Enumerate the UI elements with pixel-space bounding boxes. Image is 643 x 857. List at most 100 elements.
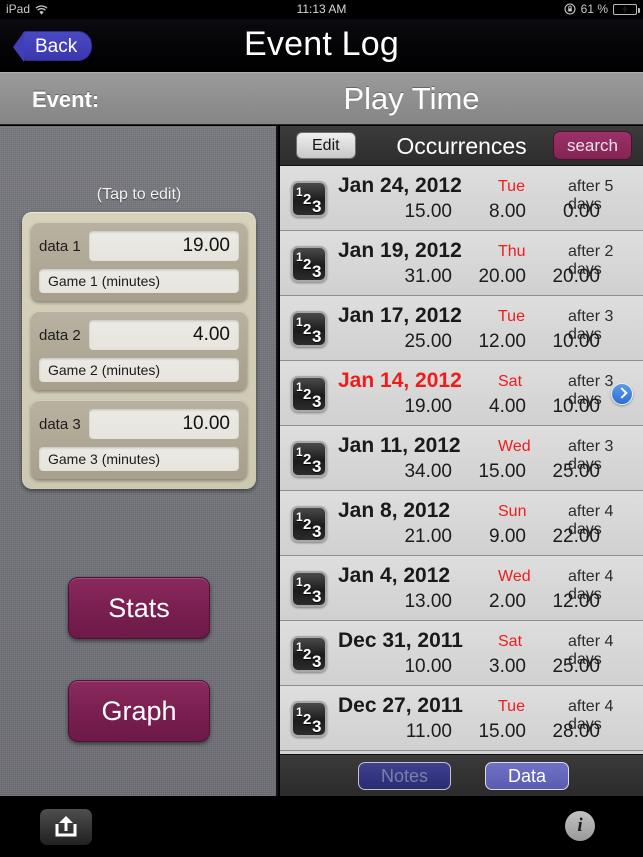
numbers-123-icon: 123 <box>291 701 327 737</box>
navigation-bar: Back Event Log <box>0 19 643 72</box>
row-day-of-week: Wed <box>498 568 531 585</box>
row-value-3: 0.00 <box>563 201 600 222</box>
row-value-2: 12.00 <box>478 331 526 352</box>
row-day-of-week: Tue <box>498 178 525 195</box>
table-row[interactable]: 1 2 3 Jan 14, 2012 Sat after 3 days 19.00 4.00 1… <box>280 361 643 426</box>
row-value-3: 22.00 <box>552 526 600 547</box>
row-date: Jan 8, 2012 <box>338 499 451 522</box>
row-value-2: 20.00 <box>478 266 526 287</box>
row-values: 13.00 2.00 12.00 <box>338 591 600 613</box>
event-name[interactable]: Play Time <box>180 81 643 117</box>
status-bar-time: 11:13 AM <box>296 2 347 16</box>
row-day-of-week: Tue <box>498 308 525 325</box>
row-value-3: 10.00 <box>552 331 600 352</box>
row-date-line: Dec 31, 2011 Sat after 4 days <box>338 629 633 668</box>
table-row[interactable]: 1 2 3 Jan 17, 2012 Tue after 3 days 25.00 12.00… <box>280 296 643 361</box>
numbers-123-icon: 123 <box>291 246 327 282</box>
row-values: 25.00 12.00 10.00 <box>338 331 600 353</box>
row-value-1: 19.00 <box>404 396 452 417</box>
data-tab-button[interactable]: Data <box>485 762 570 790</box>
tap-to-edit-hint: (Tap to edit) <box>96 186 182 203</box>
row-date: Jan 19, 2012 <box>338 239 462 262</box>
data-field-3-label: data 3 <box>39 415 81 433</box>
data-field-2-name[interactable]: Game 2 (minutes) <box>39 358 239 382</box>
table-row[interactable]: 1 2 3 Dec 27, 2011 Tue after 4 days 11.00 15.00… <box>280 686 643 751</box>
row-day-of-week: Sat <box>498 373 523 390</box>
share-export-icon[interactable] <box>40 809 92 845</box>
stats-button[interactable]: Stats <box>68 577 210 639</box>
row-value-1: 13.00 <box>404 591 452 612</box>
event-label: Event: <box>32 87 100 112</box>
table-row[interactable]: 1 2 3 Jan 4, 2012 Wed after 4 days 13.00 2.00 12… <box>280 556 643 621</box>
row-date-line: Dec 27, 2011 Tue after 4 days <box>338 694 633 733</box>
table-row[interactable]: 1 2 3 Dec 31, 2011 Sat after 4 days 10.00 3.00 2… <box>280 621 643 686</box>
row-date-line: Jan 8, 2012 Sun after 4 days <box>338 499 633 538</box>
row-value-1: 34.00 <box>404 461 452 482</box>
row-values: 15.00 8.00 0.00 <box>338 201 600 223</box>
occurrences-list[interactable]: 1 2 3 Jan 24, 2012 Tue after 5 days 15.00 8.00 0… <box>280 166 643 754</box>
data-field-1[interactable]: data 1 19.00 Game 1 (minutes) <box>31 222 247 301</box>
rotation-lock-icon <box>564 3 576 15</box>
battery-percent-label: 61 % <box>580 2 608 16</box>
row-day-of-week: Thu <box>498 243 526 260</box>
data-field-1-row: data 1 19.00 <box>39 231 239 261</box>
row-value-3: 25.00 <box>552 656 600 677</box>
event-header-bar: Event: Play Time <box>0 72 643 125</box>
row-value-1: 25.00 <box>404 331 452 352</box>
row-date-line: Jan 4, 2012 Wed after 4 days <box>338 564 633 603</box>
occurrences-footer: Notes Data <box>280 754 643 796</box>
numbers-123-icon: 123 <box>291 376 327 412</box>
graph-button[interactable]: Graph <box>68 680 210 742</box>
data-field-3-value[interactable]: 10.00 <box>88 409 239 439</box>
data-field-2-label: data 2 <box>39 326 81 344</box>
occurrences-pane: Edit Occurrences search 1 2 3 Jan 24, 2012 T… <box>280 126 643 796</box>
row-value-2: 2.00 <box>489 591 526 612</box>
notes-tab-button[interactable]: Notes <box>358 762 452 790</box>
row-value-3: 25.00 <box>552 461 600 482</box>
numbers-123-icon: 123 <box>291 636 327 672</box>
data-field-1-name[interactable]: Game 1 (minutes) <box>39 269 239 293</box>
data-field-3-name[interactable]: Game 3 (minutes) <box>39 447 239 471</box>
row-day-of-week: Tue <box>498 698 525 715</box>
table-row[interactable]: 1 2 3 Jan 19, 2012 Thu after 2 days 31.00 20.00… <box>280 231 643 296</box>
row-date-line: Jan 17, 2012 Tue after 3 days <box>338 304 633 343</box>
row-values: 19.00 4.00 10.00 <box>338 396 600 418</box>
chevron-right-icon[interactable] <box>611 383 633 405</box>
row-value-3: 20.00 <box>552 266 600 287</box>
table-row[interactable]: 1 2 3 Jan 11, 2012 Wed after 3 days 34.00 15.00… <box>280 426 643 491</box>
row-values: 31.00 20.00 20.00 <box>338 266 600 288</box>
search-button[interactable]: search <box>552 131 632 160</box>
row-day-of-week: Sat <box>498 633 523 650</box>
numbers-123-icon: 123 <box>291 311 327 347</box>
numbers-123-icon: 123 <box>291 506 327 542</box>
row-date-line: Jan 24, 2012 Tue after 5 days <box>338 174 633 213</box>
row-value-1: 15.00 <box>404 201 452 222</box>
data-field-2-value[interactable]: 4.00 <box>88 320 239 350</box>
row-date: Jan 4, 2012 <box>338 564 451 587</box>
row-value-3: 12.00 <box>552 591 600 612</box>
row-date: Jan 11, 2012 <box>338 434 461 457</box>
row-date-line: Jan 11, 2012 Wed after 3 days <box>338 434 633 473</box>
status-bar: iPad 11:13 AM 61 % <box>0 0 643 19</box>
info-icon[interactable]: i <box>565 811 595 841</box>
data-field-3-row: data 3 10.00 <box>39 409 239 439</box>
data-field-1-label: data 1 <box>39 237 81 255</box>
row-date-line: Jan 14, 2012 Sat after 3 days <box>338 369 633 408</box>
data-field-1-value[interactable]: 19.00 <box>88 231 239 261</box>
status-bar-right: 61 % <box>564 2 640 16</box>
row-value-1: 31.00 <box>404 266 452 287</box>
data-field-2[interactable]: data 2 4.00 Game 2 (minutes) <box>31 311 247 390</box>
numbers-123-icon: 123 <box>291 571 327 607</box>
row-value-1: 11.00 <box>405 721 452 742</box>
row-values: 11.00 15.00 28.00 <box>338 721 600 743</box>
occurrences-toolbar: Edit Occurrences search <box>280 126 643 166</box>
table-row[interactable]: 1 2 3 Jan 24, 2012 Tue after 5 days 15.00 8.00 0… <box>280 166 643 231</box>
row-value-2: 3.00 <box>489 656 526 677</box>
row-value-3: 28.00 <box>552 721 600 742</box>
numbers-123-icon: 123 <box>291 181 327 217</box>
table-row[interactable]: 1 2 3 Jan 8, 2012 Sun after 4 days 21.00 9.00 22… <box>280 491 643 556</box>
app-root: iPad 11:13 AM 61 % Back Event Log Event:… <box>0 0 643 857</box>
data-field-3[interactable]: data 3 10.00 Game 3 (minutes) <box>31 400 247 479</box>
row-values: 10.00 3.00 25.00 <box>338 656 600 678</box>
row-value-3: 10.00 <box>552 396 600 417</box>
